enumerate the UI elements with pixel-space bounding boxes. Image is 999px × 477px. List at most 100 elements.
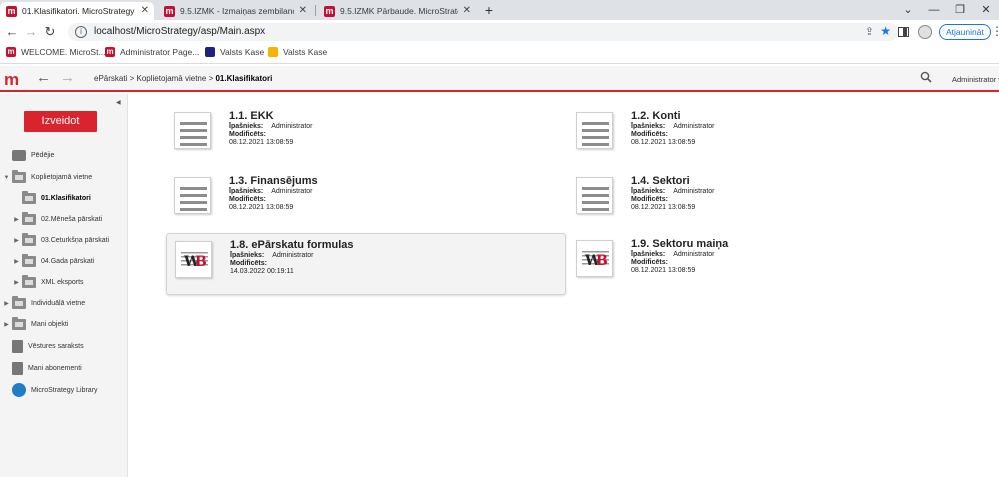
sidebar-item-quarterly[interactable]: ▶ 03.Ceturkšņa pārskati	[13, 233, 109, 246]
document-wb-icon[interactable]: W B	[576, 240, 613, 277]
sidebar-item-subscriptions[interactable]: Mani abonementi	[3, 362, 82, 375]
sidebar-item-my-objects[interactable]: ▶ Mani objekti	[3, 317, 69, 330]
create-button[interactable]: Izveidot	[24, 111, 97, 132]
report-grid-icon[interactable]	[174, 177, 211, 214]
report-title[interactable]: 1.3. Finansējums	[229, 175, 318, 187]
folder-icon	[22, 254, 36, 267]
url-field[interactable]: i localhost/MicroStrategy/asp/Main.aspx …	[68, 23, 898, 41]
expand-arrow-icon[interactable]: ▶	[13, 279, 20, 286]
document-wb-icon[interactable]: W B	[175, 241, 212, 278]
sidebar-item-classifiers[interactable]: 01.Klasifikatori	[13, 191, 91, 204]
report-card[interactable]: 1.1. EKK Īpašnieks: Administrator Modific…	[166, 105, 566, 167]
collapse-panel-icon[interactable]: ◀	[116, 99, 121, 106]
expand-arrow-icon[interactable]: ▶	[3, 321, 10, 328]
reload-icon[interactable]: ↻	[42, 24, 58, 40]
close-icon[interactable]: ✕	[141, 5, 149, 16]
restore-icon[interactable]: ❐	[947, 0, 973, 20]
modified-value: 08.12.2021 13:08:59	[631, 267, 696, 274]
share-icon[interactable]: ⇪	[865, 25, 874, 38]
tab-title: 01.Klasifikatori. MicroStrategy	[22, 6, 135, 16]
bookmark-item[interactable]: m WELCOME. MicroSt...	[6, 47, 106, 57]
bookmark-star-icon[interactable]: ★	[880, 24, 891, 38]
modified-label: Modificēts:	[631, 196, 668, 203]
owner-row: Īpašnieks: Administrator	[230, 252, 314, 259]
subscriptions-icon	[12, 362, 23, 375]
bookmark-item[interactable]: Valsts Kase	[268, 47, 327, 57]
expand-arrow-icon[interactable]: ▶	[13, 237, 20, 244]
browser-menu-icon[interactable]: ⋮	[991, 24, 999, 38]
expand-arrow-icon[interactable]: ▶	[13, 216, 20, 223]
report-grid-icon[interactable]	[576, 112, 613, 149]
sidebar-item-annual[interactable]: ▶ 04.Gada pārskati	[13, 254, 95, 267]
bookmark-label: Valsts Kase	[283, 47, 328, 57]
close-icon[interactable]: ✕	[299, 5, 307, 16]
breadcrumb-item[interactable]: ePārskati	[94, 74, 127, 83]
report-card[interactable]: 1.4. Sektori Īpašnieks: Administrator Mod…	[568, 170, 968, 232]
owner-row: Īpašnieks: Administrator	[631, 251, 715, 258]
document-card-selected[interactable]: W B 1.8. ePārskatu formulas Īpašnieks: Ad…	[166, 233, 566, 295]
sidebar-item-label: Mani objekti	[31, 321, 69, 328]
sidebar-item-label: XML eksports	[41, 279, 84, 286]
report-grid-icon[interactable]	[174, 112, 211, 149]
back-icon[interactable]: ←	[4, 24, 20, 40]
forward-icon[interactable]: →	[23, 24, 39, 40]
browser-tab[interactable]: m 9.5.IZMK - Izmaiņas zembilances ✕	[158, 2, 312, 20]
breadcrumb-item[interactable]: Koplietojamā vietne	[137, 74, 207, 83]
browser-tab[interactable]: m 01.Klasifikatori. MicroStrategy ✕	[0, 2, 154, 20]
folder-icon	[22, 191, 36, 204]
search-icon[interactable]	[920, 71, 932, 83]
report-grid-icon[interactable]	[576, 177, 613, 214]
app-header: m ← → ePārskati > Koplietojamā vietne > …	[0, 66, 999, 92]
sidebar-item-xml-export[interactable]: ▶ XML eksports	[13, 275, 84, 288]
modified-label: Modificēts:	[229, 131, 266, 138]
history-icon	[12, 340, 23, 353]
report-title[interactable]: 1.1. EKK	[229, 110, 274, 122]
sidebar-item-shared[interactable]: ▼ Koplietojamā vietne	[3, 170, 92, 183]
minimize-icon[interactable]: —	[921, 0, 947, 20]
update-button[interactable]: Atjaunināt	[939, 24, 991, 40]
new-tab-button[interactable]: +	[482, 0, 496, 20]
profile-avatar-icon[interactable]	[918, 25, 932, 39]
svg-text:B: B	[596, 253, 608, 269]
report-title[interactable]: 1.4. Sektori	[631, 175, 690, 187]
bookmark-item[interactable]: m Administrator Page...	[105, 47, 199, 57]
sidebar-item-monthly[interactable]: ▶ 02.Mēneša pārskati	[13, 212, 102, 225]
sidebar-item-recent[interactable]: Pēdējie	[3, 150, 54, 161]
camera-icon	[12, 150, 26, 161]
sidebar-item-label: Vēstures saraksts	[28, 343, 84, 350]
bookmark-label: WELCOME. MicroSt...	[21, 47, 106, 57]
expand-arrow-icon[interactable]: ▶	[3, 300, 10, 307]
side-panel-icon[interactable]	[898, 27, 909, 37]
report-title[interactable]: 1.2. Konti	[631, 110, 681, 122]
sidebar-item-history[interactable]: Vēstures saraksts	[3, 340, 84, 353]
user-name: Administrator	[952, 75, 997, 84]
sidebar-item-personal[interactable]: ▶ Individuālā vietne	[3, 296, 85, 309]
expand-arrow-icon[interactable]: ▼	[3, 175, 10, 181]
folder-icon	[22, 233, 36, 246]
tab-search-icon[interactable]: ⌄	[895, 0, 921, 20]
microstrategy-icon: m	[324, 5, 335, 17]
forward-arrow-icon[interactable]: →	[60, 70, 75, 86]
user-menu[interactable]: Administrator ▾	[952, 75, 999, 84]
document-title[interactable]: 1.9. Sektoru maiņa	[631, 238, 728, 250]
sidebar-item-label: 04.Gada pārskati	[41, 258, 95, 265]
close-window-icon[interactable]: ✕	[973, 0, 999, 20]
modified-value: 08.12.2021 13:08:59	[631, 204, 696, 211]
report-card[interactable]: 1.3. Finansējums Īpašnieks: Administrator…	[166, 170, 566, 232]
report-card[interactable]: 1.2. Konti Īpašnieks: Administrator Modif…	[568, 105, 968, 167]
site-info-icon[interactable]: i	[75, 26, 87, 38]
breadcrumb-separator: >	[129, 74, 135, 83]
expand-arrow-icon[interactable]: ▶	[13, 258, 20, 265]
microstrategy-logo-icon[interactable]: m	[3, 71, 20, 88]
close-icon[interactable]: ✕	[463, 5, 471, 16]
modified-value: 14.03.2022 00:19:11	[230, 268, 294, 275]
url-text[interactable]: localhost/MicroStrategy/asp/Main.aspx	[94, 26, 265, 37]
document-card[interactable]: W B 1.9. Sektoru maiņa Īpašnieks: Adminis…	[568, 233, 968, 295]
sidebar-item-library[interactable]: MicroStrategy Library	[3, 383, 98, 397]
bookmark-item[interactable]: Valsts Kase	[205, 47, 264, 57]
browser-tab[interactable]: m 9.5.IZMK Pārbaude. MicroStrateg ✕	[318, 2, 476, 20]
document-title[interactable]: 1.8. ePārskatu formulas	[230, 239, 354, 251]
address-bar: ← → ↻ i localhost/MicroStrategy/asp/Main…	[0, 20, 999, 44]
left-panel: ◀ Izveidot Pēdējie ▼ Koplietojamā vietne…	[0, 94, 128, 477]
back-arrow-icon[interactable]: ←	[36, 70, 51, 86]
